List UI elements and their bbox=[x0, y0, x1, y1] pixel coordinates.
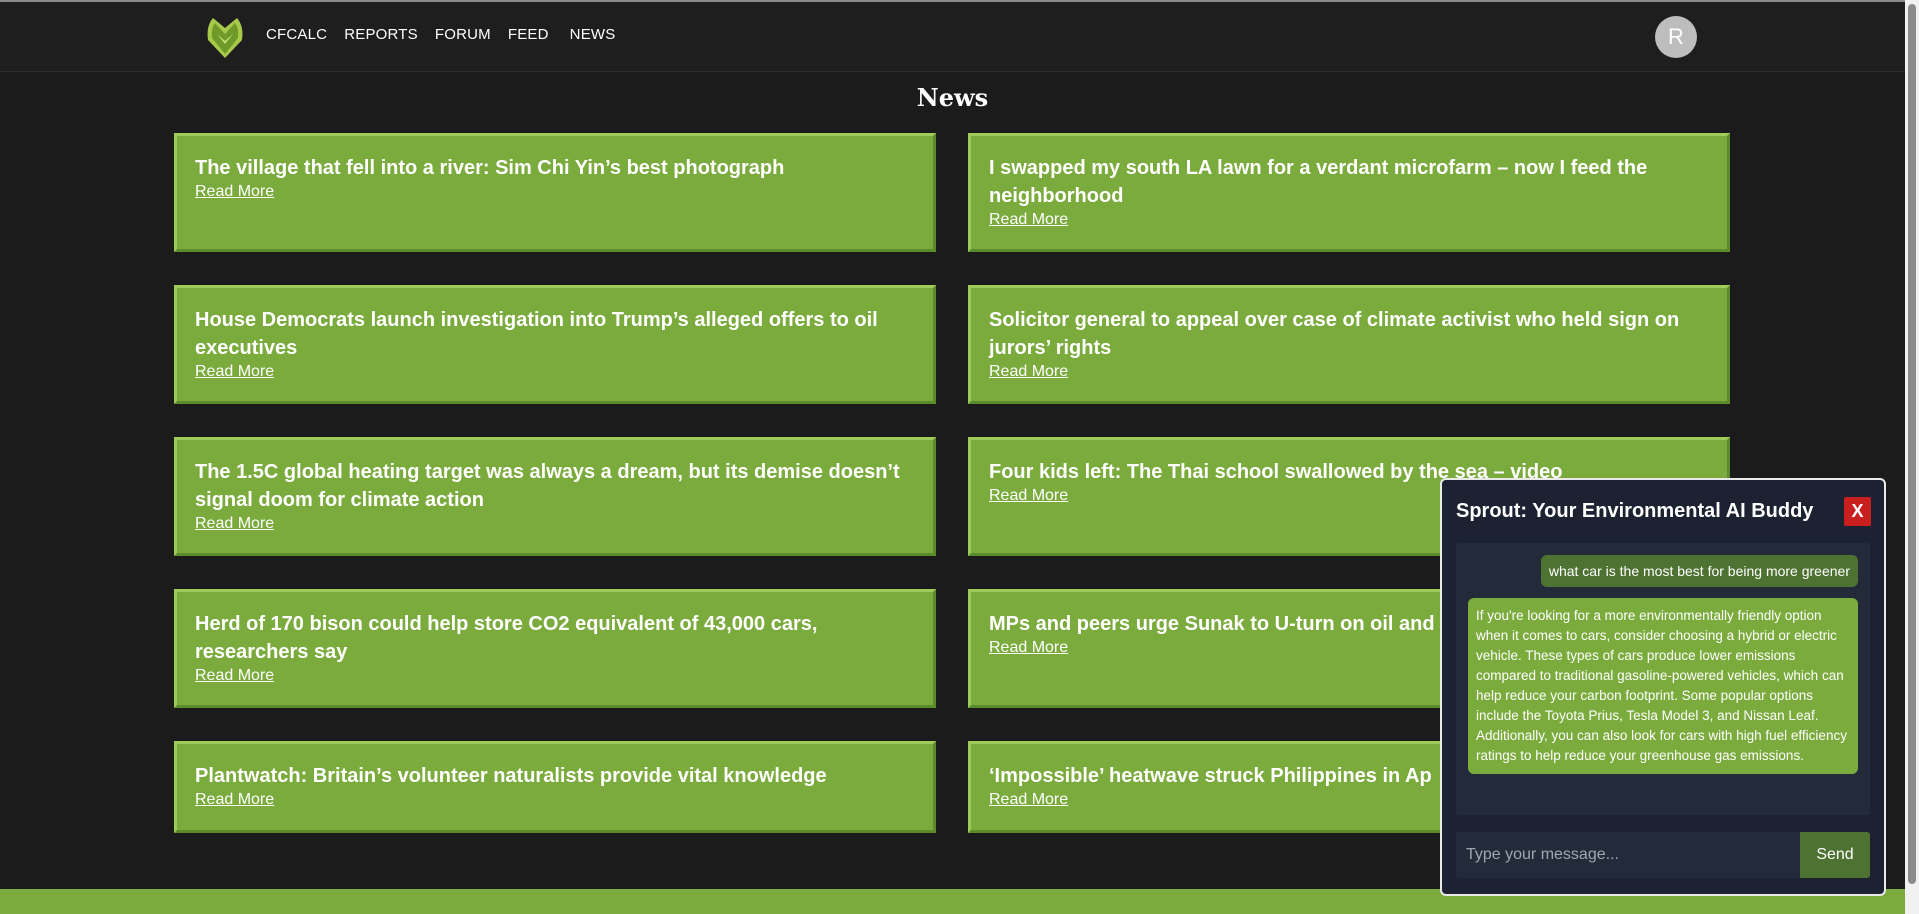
chat-message-input[interactable] bbox=[1456, 832, 1800, 878]
news-card-title: Herd of 170 bison could help store CO2 e… bbox=[195, 613, 818, 663]
nav-link-forum[interactable]: FORUM bbox=[435, 26, 491, 43]
read-more-link[interactable]: Read More bbox=[195, 666, 274, 686]
user-avatar[interactable]: R bbox=[1655, 16, 1697, 58]
main-nav: CFCALC REPORTS FORUM FEED NEWS bbox=[266, 26, 632, 43]
read-more-link[interactable]: Read More bbox=[989, 790, 1068, 810]
read-more-link[interactable]: Read More bbox=[195, 182, 274, 202]
news-card: Herd of 170 bison could help store CO2 e… bbox=[174, 589, 936, 708]
news-card-title: Plantwatch: Britain’s volunteer naturali… bbox=[195, 765, 827, 787]
read-more-link[interactable]: Read More bbox=[989, 210, 1068, 230]
scrollbar-thumb[interactable] bbox=[1908, 4, 1916, 884]
chat-close-button[interactable]: X bbox=[1844, 497, 1871, 526]
chat-title: Sprout: Your Environmental AI Buddy bbox=[1456, 500, 1814, 522]
news-card: The 1.5C global heating target was alway… bbox=[174, 437, 936, 556]
news-card-title: The 1.5C global heating target was alway… bbox=[195, 461, 900, 511]
nav-link-feed[interactable]: FEED bbox=[508, 26, 549, 43]
nav-link-news[interactable]: NEWS bbox=[570, 26, 616, 43]
bot-message: If you're looking for a more environment… bbox=[1468, 598, 1858, 774]
news-card: The village that fell into a river: Sim … bbox=[174, 133, 936, 252]
page-scrollbar[interactable] bbox=[1905, 0, 1919, 914]
news-card-title: I swapped my south LA lawn for a verdant… bbox=[989, 157, 1648, 207]
read-more-link[interactable]: Read More bbox=[195, 514, 274, 534]
news-card: Solicitor general to appeal over case of… bbox=[968, 285, 1730, 404]
read-more-link[interactable]: Read More bbox=[989, 362, 1068, 382]
nav-link-cfcalc[interactable]: CFCALC bbox=[266, 26, 327, 43]
news-card: I swapped my south LA lawn for a verdant… bbox=[968, 133, 1730, 252]
ai-chat-widget: Sprout: Your Environmental AI Buddy X wh… bbox=[1440, 478, 1886, 896]
read-more-link[interactable]: Read More bbox=[195, 790, 274, 810]
news-card-title: House Democrats launch investigation int… bbox=[195, 309, 878, 359]
nav-link-reports[interactable]: REPORTS bbox=[344, 26, 418, 43]
read-more-link[interactable]: Read More bbox=[195, 362, 274, 382]
user-message: what car is the most best for being more… bbox=[1540, 555, 1858, 587]
leaf-logo-icon[interactable] bbox=[206, 14, 244, 58]
top-navbar: CFCALC REPORTS FORUM FEED NEWS R bbox=[0, 2, 1905, 72]
news-card-title: Solicitor general to appeal over case of… bbox=[989, 309, 1680, 359]
chat-send-button[interactable]: Send bbox=[1800, 832, 1870, 878]
read-more-link[interactable]: Read More bbox=[989, 638, 1068, 658]
news-card-title: The village that fell into a river: Sim … bbox=[195, 157, 785, 179]
chat-message-log[interactable]: what car is the most best for being more… bbox=[1456, 543, 1870, 815]
read-more-link[interactable]: Read More bbox=[989, 486, 1068, 506]
news-card: Plantwatch: Britain’s volunteer naturali… bbox=[174, 741, 936, 833]
page-title: News bbox=[916, 83, 989, 112]
news-card: House Democrats launch investigation int… bbox=[174, 285, 936, 404]
